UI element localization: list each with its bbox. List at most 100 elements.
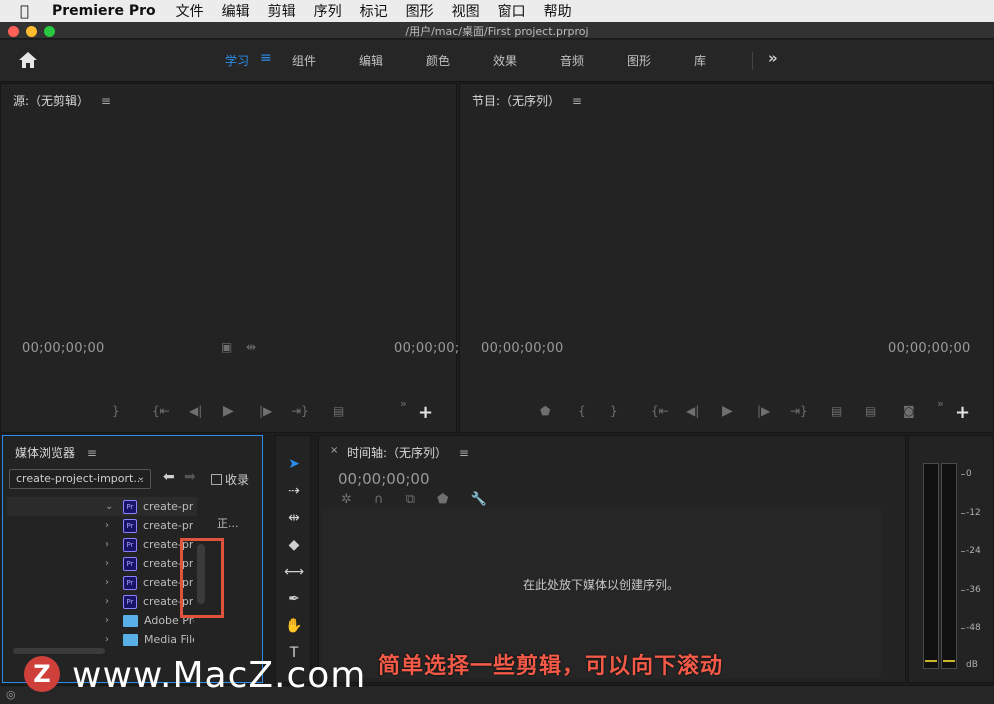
folder-icon <box>123 614 138 627</box>
menu-file[interactable]: 文件 <box>176 1 204 21</box>
panel-menu-icon[interactable]: ≡ <box>101 94 111 108</box>
step-forward-button[interactable]: |▶ <box>259 404 272 418</box>
wrench-icon[interactable]: 🔧 <box>471 492 487 507</box>
list-item[interactable]: › Pr create-pro <box>7 573 197 592</box>
insert-clip-button[interactable]: ▤ <box>333 404 344 418</box>
close-icon[interactable]: × <box>330 445 338 456</box>
menu-markers[interactable]: 标记 <box>360 1 388 21</box>
timeline-panel[interactable]: × 时间轴:（无序列） ≡ 00;00;00;00 ✲ ∩ ⧉ ⬟ 🔧 在此处放… <box>318 435 906 683</box>
chevron-right-icon[interactable]: › <box>105 577 117 588</box>
nest-icon[interactable]: ✲ <box>341 492 352 507</box>
export-frame-camera-icon[interactable]: ◙ <box>903 404 915 418</box>
go-to-in-button[interactable]: {⇤ <box>651 404 669 418</box>
list-item[interactable]: › Adobe Pre <box>7 611 197 630</box>
list-item[interactable]: › Pr create-pro <box>7 592 197 611</box>
timeline-timecode[interactable]: 00;00;00;00 <box>338 470 430 488</box>
track-select-tool-icon[interactable]: ⇢ <box>282 483 306 505</box>
add-button-icon[interactable]: + <box>418 402 433 423</box>
tab-graphics[interactable]: 图形 <box>627 52 651 69</box>
button-editor-more-icon[interactable]: » <box>937 397 944 410</box>
back-arrow-icon[interactable]: ⬅ <box>163 469 175 485</box>
mark-out-button[interactable]: } <box>112 404 120 418</box>
checkbox-icon[interactable] <box>211 474 222 485</box>
program-duration-timecode: 00;00;00;00 <box>888 341 971 356</box>
tab-editing[interactable]: 编辑 <box>359 52 383 69</box>
forward-arrow-icon[interactable]: ➡ <box>184 469 196 485</box>
file-label: create-pro <box>143 500 193 513</box>
list-item[interactable]: › Pr create-pro <box>7 516 197 535</box>
audio-level <box>943 660 955 662</box>
apple-icon[interactable]:  <box>20 2 40 20</box>
step-back-button[interactable]: ◀| <box>686 404 699 418</box>
play-button[interactable]: ▶ <box>722 403 733 419</box>
media-browser-panel[interactable]: 媒体浏览器 ≡ create-project-import... ⌄ ⬅ ➡ 收… <box>2 435 263 683</box>
button-editor-more-icon[interactable]: » <box>400 397 407 410</box>
ingest-checkbox[interactable]: 收录 <box>211 471 249 488</box>
insert-icon[interactable]: ⇹ <box>246 340 256 354</box>
go-to-out-button[interactable]: ⇥} <box>291 404 309 418</box>
list-item[interactable]: › Pr create-pro <box>7 535 197 554</box>
app-menu[interactable]: Premiere Pro <box>52 3 156 19</box>
home-icon[interactable] <box>17 50 39 70</box>
location-dropdown[interactable]: create-project-import... ⌄ <box>9 469 151 489</box>
menu-window[interactable]: 窗口 <box>498 1 526 21</box>
list-item[interactable]: ⌄ Pr create-pro <box>7 497 197 516</box>
linked-selection-icon[interactable]: ⧉ <box>406 492 415 507</box>
program-current-timecode[interactable]: 00;00;00;00 <box>481 341 564 356</box>
horizontal-scrollbar[interactable] <box>13 648 105 654</box>
tab-audio[interactable]: 音频 <box>560 52 584 69</box>
location-dropdown-value: create-project-import... <box>16 472 144 485</box>
slip-tool-icon[interactable]: ⟷ <box>282 564 306 586</box>
ripple-edit-tool-icon[interactable]: ⇹ <box>282 510 306 532</box>
chevron-down-icon[interactable]: ⌄ <box>105 501 117 512</box>
folder-label: Media File <box>144 633 194 646</box>
list-item[interactable]: › Pr create-pro <box>7 554 197 573</box>
menu-help[interactable]: 帮助 <box>544 1 572 21</box>
list-item[interactable]: › Media File <box>7 630 197 649</box>
source-monitor[interactable]: 源:（无剪辑） ≡ 00;00;00;00 00;00;00;0 ▣ ⇹ } {… <box>0 83 468 433</box>
step-forward-button[interactable]: |▶ <box>757 404 770 418</box>
chevron-right-icon[interactable]: › <box>105 520 117 531</box>
menu-edit[interactable]: 编辑 <box>222 1 250 21</box>
mark-out-button[interactable]: } <box>610 404 618 418</box>
menu-view[interactable]: 视图 <box>452 1 480 21</box>
chevron-right-icon[interactable]: › <box>105 596 117 607</box>
creative-cloud-icon[interactable]: ◎ <box>6 688 16 701</box>
panel-menu-icon[interactable]: ≡ <box>459 446 469 460</box>
mark-in-button[interactable]: { <box>578 404 586 418</box>
chevron-right-icon[interactable]: › <box>105 539 117 550</box>
selection-tool-icon[interactable]: ➤ <box>282 456 306 478</box>
step-back-button[interactable]: ◀| <box>189 404 202 418</box>
add-marker-button[interactable]: ⬟ <box>540 404 550 418</box>
chevron-right-icon[interactable]: › <box>105 558 117 569</box>
panel-menu-icon[interactable]: ≡ <box>87 446 97 460</box>
tab-learn[interactable]: 学习 <box>225 52 249 69</box>
add-marker-icon[interactable]: ⬟ <box>437 492 448 507</box>
add-button-icon[interactable]: + <box>955 402 970 423</box>
lift-button[interactable]: ▤ <box>831 404 842 418</box>
more-workspaces-button[interactable]: » <box>768 49 778 67</box>
go-to-out-button[interactable]: ⇥} <box>790 404 808 418</box>
menu-clip[interactable]: 剪辑 <box>268 1 296 21</box>
play-button[interactable]: ▶ <box>223 403 234 419</box>
chevron-right-icon[interactable]: › <box>105 615 117 626</box>
hand-tool-icon[interactable]: ✋ <box>282 618 306 640</box>
razor-tool-icon[interactable]: ◆ <box>282 537 306 559</box>
tab-color[interactable]: 颜色 <box>426 52 450 69</box>
tab-libraries[interactable]: 库 <box>694 52 706 69</box>
drop-frame-icon[interactable]: ▣ <box>221 340 232 354</box>
go-to-in-button[interactable]: {⇤ <box>152 404 170 418</box>
program-monitor[interactable]: 节目:（无序列） ≡ 00;00;00;00 00;00;00;00 ⬟ { }… <box>459 83 994 433</box>
extract-button[interactable]: ▤ <box>865 404 876 418</box>
panel-menu-icon[interactable]: ≡ <box>572 94 582 108</box>
snap-icon[interactable]: ∩ <box>374 492 384 507</box>
workspace-menu-icon[interactable]: ≡ <box>260 50 272 66</box>
chevron-right-icon[interactable]: › <box>105 634 117 645</box>
tab-assembly[interactable]: 组件 <box>292 52 316 69</box>
menu-sequence[interactable]: 序列 <box>314 1 342 21</box>
tab-effects[interactable]: 效果 <box>493 52 517 69</box>
source-current-timecode[interactable]: 00;00;00;00 <box>22 341 105 356</box>
menu-graphics[interactable]: 图形 <box>406 1 434 21</box>
pen-tool-icon[interactable]: ✒ <box>282 591 306 613</box>
file-tree[interactable]: ⌄ Pr create-pro › Pr create-pro › Pr cre… <box>7 497 197 649</box>
